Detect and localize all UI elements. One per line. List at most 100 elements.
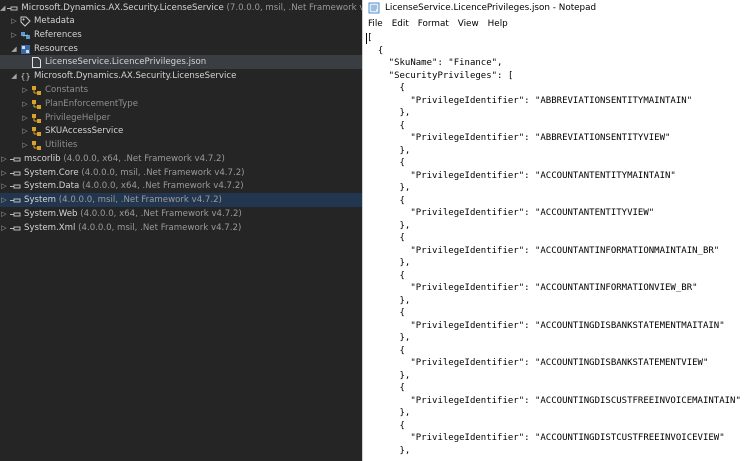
collapsed-arrow-icon[interactable]: ▷ xyxy=(21,140,29,150)
collapsed-arrow-icon[interactable]: ▷ xyxy=(21,85,29,95)
text-line: [ xyxy=(367,33,373,43)
tree-node-mscorlib[interactable]: ▷ mscorlib (4.0.0.0, x64, .Net Framework… xyxy=(0,152,362,166)
tree-node-label: Constants xyxy=(45,85,89,95)
assembly-icon xyxy=(10,195,21,206)
collapsed-arrow-icon[interactable]: ▷ xyxy=(21,99,29,109)
enum-icon xyxy=(31,99,42,110)
text-line: { xyxy=(367,420,405,431)
collapsed-arrow-icon[interactable]: ▷ xyxy=(0,168,8,178)
tree-node-constants[interactable]: ▷ Constants xyxy=(0,83,362,97)
expanded-arrow-icon[interactable]: ◢ xyxy=(10,71,18,81)
tree-node-label: Metadata xyxy=(34,16,75,26)
notepad-menu-bar: File Edit Format View Help xyxy=(363,16,750,32)
expanded-arrow-icon[interactable]: ◢ xyxy=(0,3,5,13)
tree-node-resources[interactable]: ◢ Resources xyxy=(0,42,362,56)
menu-help[interactable]: Help xyxy=(483,19,512,29)
assembly-icon xyxy=(10,223,21,234)
tree-node-label: Microsoft.Dynamics.AX.Security.LicenseSe… xyxy=(21,3,224,13)
text-line: { xyxy=(367,308,405,318)
tree-node-label: PrivilegeHelper xyxy=(45,113,111,123)
collapsed-arrow-icon[interactable]: ▷ xyxy=(0,181,8,191)
tree-node-meta: (7.0.0.0, msil, .Net Framework v4.5) xyxy=(226,3,362,13)
assembly-tree-panel: ◢ Microsoft.Dynamics.AX.Security.License… xyxy=(0,0,362,461)
tree-node-label: PlanEnforcementType xyxy=(45,99,139,109)
collapsed-arrow-icon[interactable]: ▷ xyxy=(21,113,29,123)
tree-node-system-core[interactable]: ▷ System.Core (4.0.0.0, msil, .Net Frame… xyxy=(0,166,362,180)
text-line: { xyxy=(367,270,405,281)
text-line: { xyxy=(367,45,384,56)
tree-node-namespace[interactable]: ◢ {} Microsoft.Dynamics.AX.Security.Lice… xyxy=(0,69,362,83)
text-line: { xyxy=(367,233,405,243)
text-line: "PrivilegeIdentifier": "ACCOUNTANTENTITY… xyxy=(367,170,676,181)
text-line: "PrivilegeIdentifier": "ABBREVIATIONSENT… xyxy=(367,95,693,106)
text-line: "SkuName": "Finance", xyxy=(367,58,503,68)
text-line: }, xyxy=(367,108,411,118)
menu-edit[interactable]: Edit xyxy=(387,19,413,29)
class-icon xyxy=(31,140,42,151)
collapsed-arrow-icon[interactable]: ▷ xyxy=(0,223,8,233)
tree-node-meta: (4.0.0.0, x64, .Net Framework v4.7.2) xyxy=(80,209,242,219)
tag-icon xyxy=(20,16,31,27)
text-line: }, xyxy=(367,295,411,306)
text-line: { xyxy=(367,83,405,93)
text-line: { xyxy=(367,158,405,168)
tree-node-privilegehelper[interactable]: ▷ PrivilegeHelper xyxy=(0,111,362,125)
menu-view[interactable]: View xyxy=(453,19,483,29)
text-line: }, xyxy=(367,370,411,381)
notepad-text-area[interactable]: [ { "SkuName": "Finance", "SecurityPrivi… xyxy=(363,32,750,461)
collapsed-arrow-icon[interactable]: ▷ xyxy=(21,126,29,136)
collapsed-arrow-icon[interactable]: ▷ xyxy=(10,16,18,26)
tree-node-planenforcementtype[interactable]: ▷ PlanEnforcementType xyxy=(0,97,362,111)
tree-node-label: System.Xml xyxy=(24,223,76,233)
text-line: "PrivilegeIdentifier": "ACCOUNTINGDISBAN… xyxy=(367,358,709,368)
tree-node-metadata[interactable]: ▷ Metadata xyxy=(0,14,362,28)
tree-node-meta: (4.0.0.0, msil, .Net Framework v4.7.2) xyxy=(58,195,222,205)
namespace-icon: {} xyxy=(20,71,31,81)
menu-file[interactable]: File xyxy=(363,19,387,29)
tree-node-label: LicenseService.LicencePrivileges.json xyxy=(45,57,207,67)
text-line: { xyxy=(367,120,405,131)
text-line: }, xyxy=(367,183,411,193)
tree-node-label: SKUAccessService xyxy=(45,126,124,136)
assembly-icon xyxy=(10,209,21,220)
collapsed-arrow-icon[interactable]: ▷ xyxy=(10,30,18,40)
tree-node-references[interactable]: ▷ References xyxy=(0,28,362,42)
tree-node-system-data[interactable]: ▷ System.Data (4.0.0.0, x64, .Net Framew… xyxy=(0,179,362,193)
tree-node-system[interactable]: ▷ System (4.0.0.0, msil, .Net Framework … xyxy=(0,193,362,207)
tree-node-system-web[interactable]: ▷ System.Web (4.0.0.0, x64, .Net Framewo… xyxy=(0,207,362,221)
tree-node-system-xml[interactable]: ▷ System.Xml (4.0.0.0, msil, .Net Framew… xyxy=(0,221,362,235)
notepad-window: LicenseService.LicencePrivileges.json - … xyxy=(362,0,750,461)
tree-node-meta: (4.0.0.0, x64, .Net Framework v4.7.2) xyxy=(82,181,244,191)
tree-node-label: References xyxy=(34,30,82,40)
notepad-title-bar[interactable]: LicenseService.LicencePrivileges.json - … xyxy=(363,0,750,16)
assembly-icon xyxy=(10,154,21,165)
text-line: }, xyxy=(367,333,411,343)
text-line: }, xyxy=(367,258,411,268)
tree-node-utilities[interactable]: ▷ Utilities xyxy=(0,138,362,152)
tree-node-label: Microsoft.Dynamics.AX.Security.LicenseSe… xyxy=(34,71,237,81)
assembly-icon xyxy=(7,3,18,14)
tree-node-meta: (4.0.0.0, x64, .Net Framework v4.7.2) xyxy=(63,154,225,164)
text-line: "PrivilegeIdentifier": "ABBREVIATIONSENT… xyxy=(367,133,671,143)
text-line: }, xyxy=(367,408,411,418)
tree-node-label: System.Data xyxy=(24,181,80,191)
collapsed-arrow-icon[interactable]: ▷ xyxy=(0,195,8,205)
tree-node-licenceprivileges-json[interactable]: LicenseService.LicencePrivileges.json xyxy=(0,55,362,69)
tree-node-licenseservice-assembly[interactable]: ◢ Microsoft.Dynamics.AX.Security.License… xyxy=(0,1,362,15)
text-line: }, xyxy=(367,445,411,456)
text-line: }, xyxy=(367,220,411,231)
assembly-icon xyxy=(10,181,21,192)
resources-icon xyxy=(20,44,31,55)
class-icon xyxy=(31,85,42,96)
tree-node-meta: (4.0.0.0, msil, .Net Framework v4.7.2) xyxy=(81,168,245,178)
text-line: "PrivilegeIdentifier": "ACCOUNTANTINFORM… xyxy=(367,283,698,293)
text-line: }, xyxy=(367,145,411,156)
class-icon xyxy=(31,113,42,124)
tree-node-skuaccessservice[interactable]: ▷ SKUAccessService xyxy=(0,124,362,138)
collapsed-arrow-icon[interactable]: ▷ xyxy=(0,154,8,164)
tree-node-label: Resources xyxy=(34,44,78,54)
menu-format[interactable]: Format xyxy=(413,19,453,29)
notepad-app-icon xyxy=(368,2,380,14)
expanded-arrow-icon[interactable]: ◢ xyxy=(10,44,18,54)
collapsed-arrow-icon[interactable]: ▷ xyxy=(0,209,8,219)
